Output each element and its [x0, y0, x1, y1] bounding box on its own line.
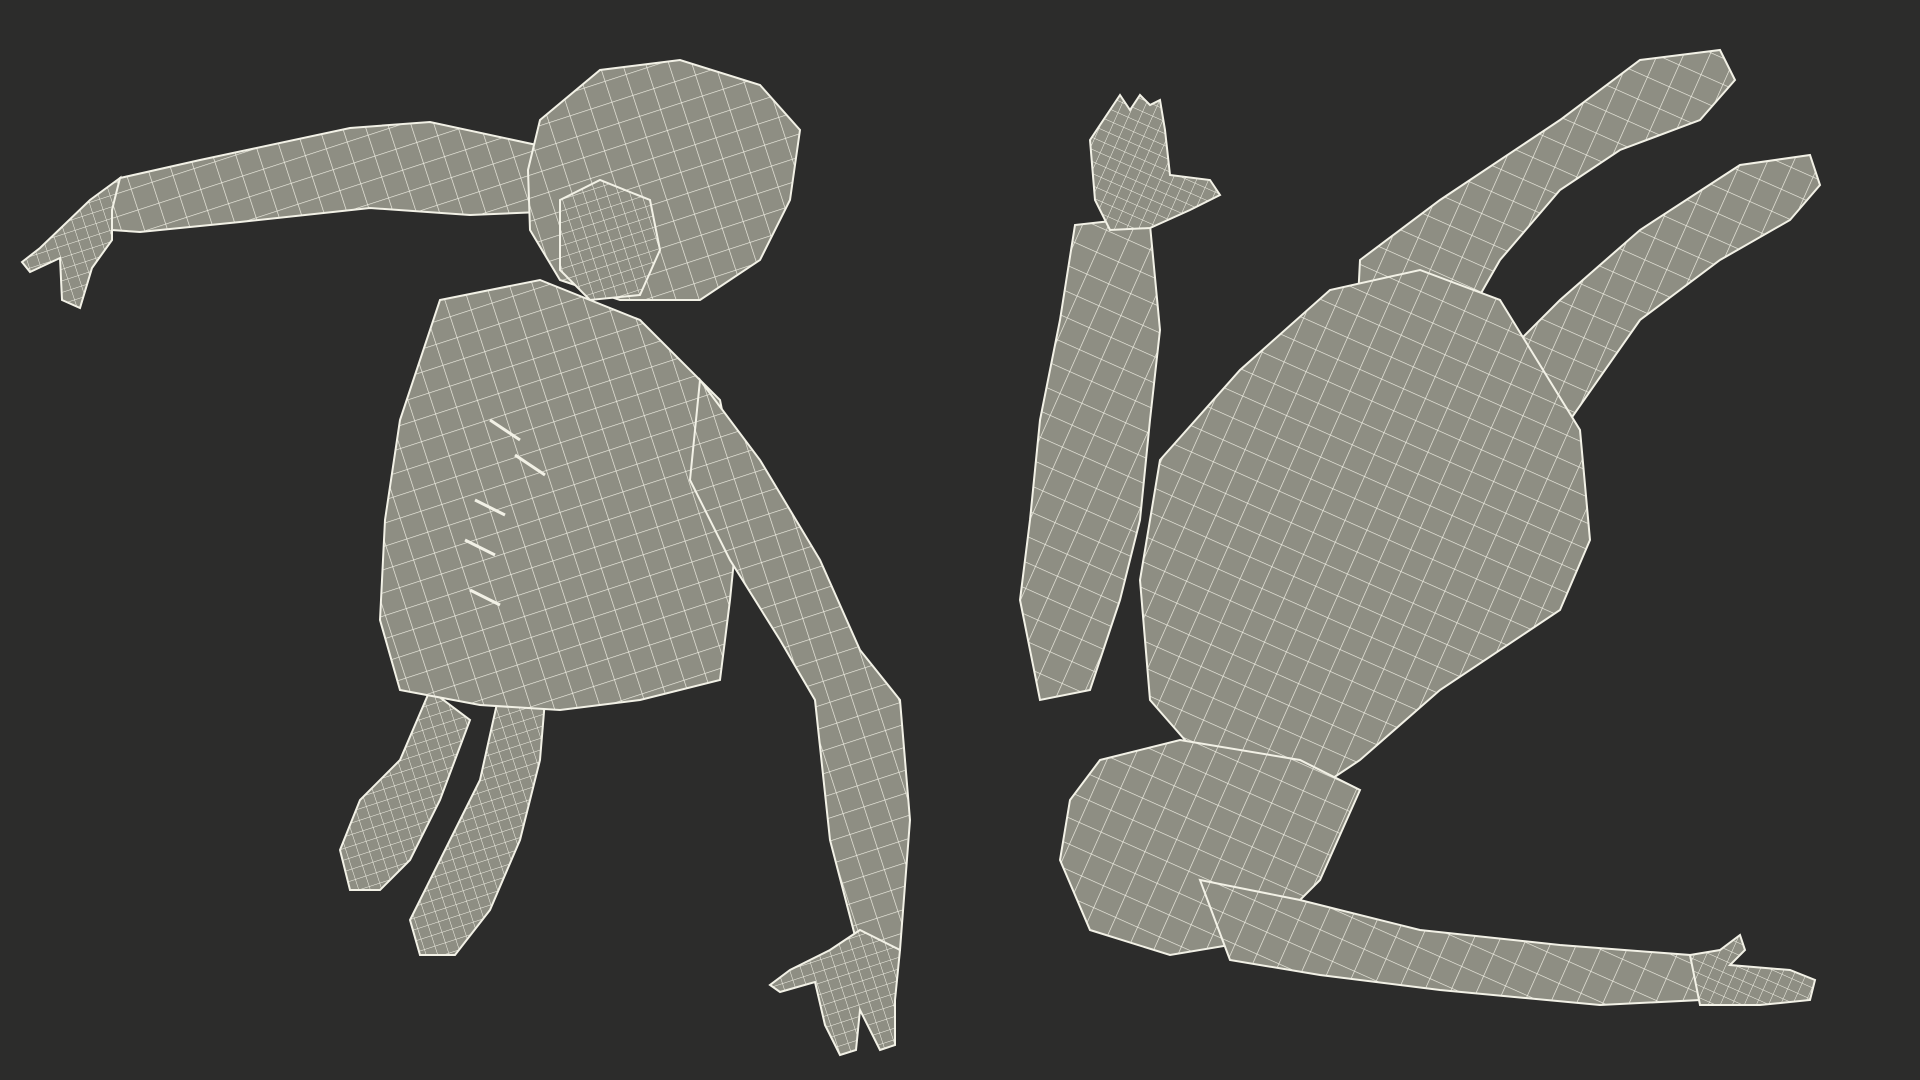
left-hand: [20, 175, 122, 310]
face: [559, 178, 662, 302]
figure-top-view-left[interactable]: [20, 58, 912, 1057]
3d-viewport[interactable]: [0, 0, 1920, 1080]
coat-skirt: [1138, 268, 1592, 802]
outstretched-hand: [1688, 933, 1817, 1006]
raised-arm: [1018, 218, 1162, 702]
coat-body: [378, 278, 742, 712]
left-arm: [103, 120, 562, 234]
right-arm: [688, 377, 912, 957]
figure-bottom-view-right[interactable]: [1018, 48, 1822, 1007]
outstretched-arm: [1198, 878, 1702, 1007]
raised-hand: [1088, 93, 1222, 232]
wireframe-render: [20, 48, 1822, 1057]
right-hand: [768, 928, 902, 1057]
